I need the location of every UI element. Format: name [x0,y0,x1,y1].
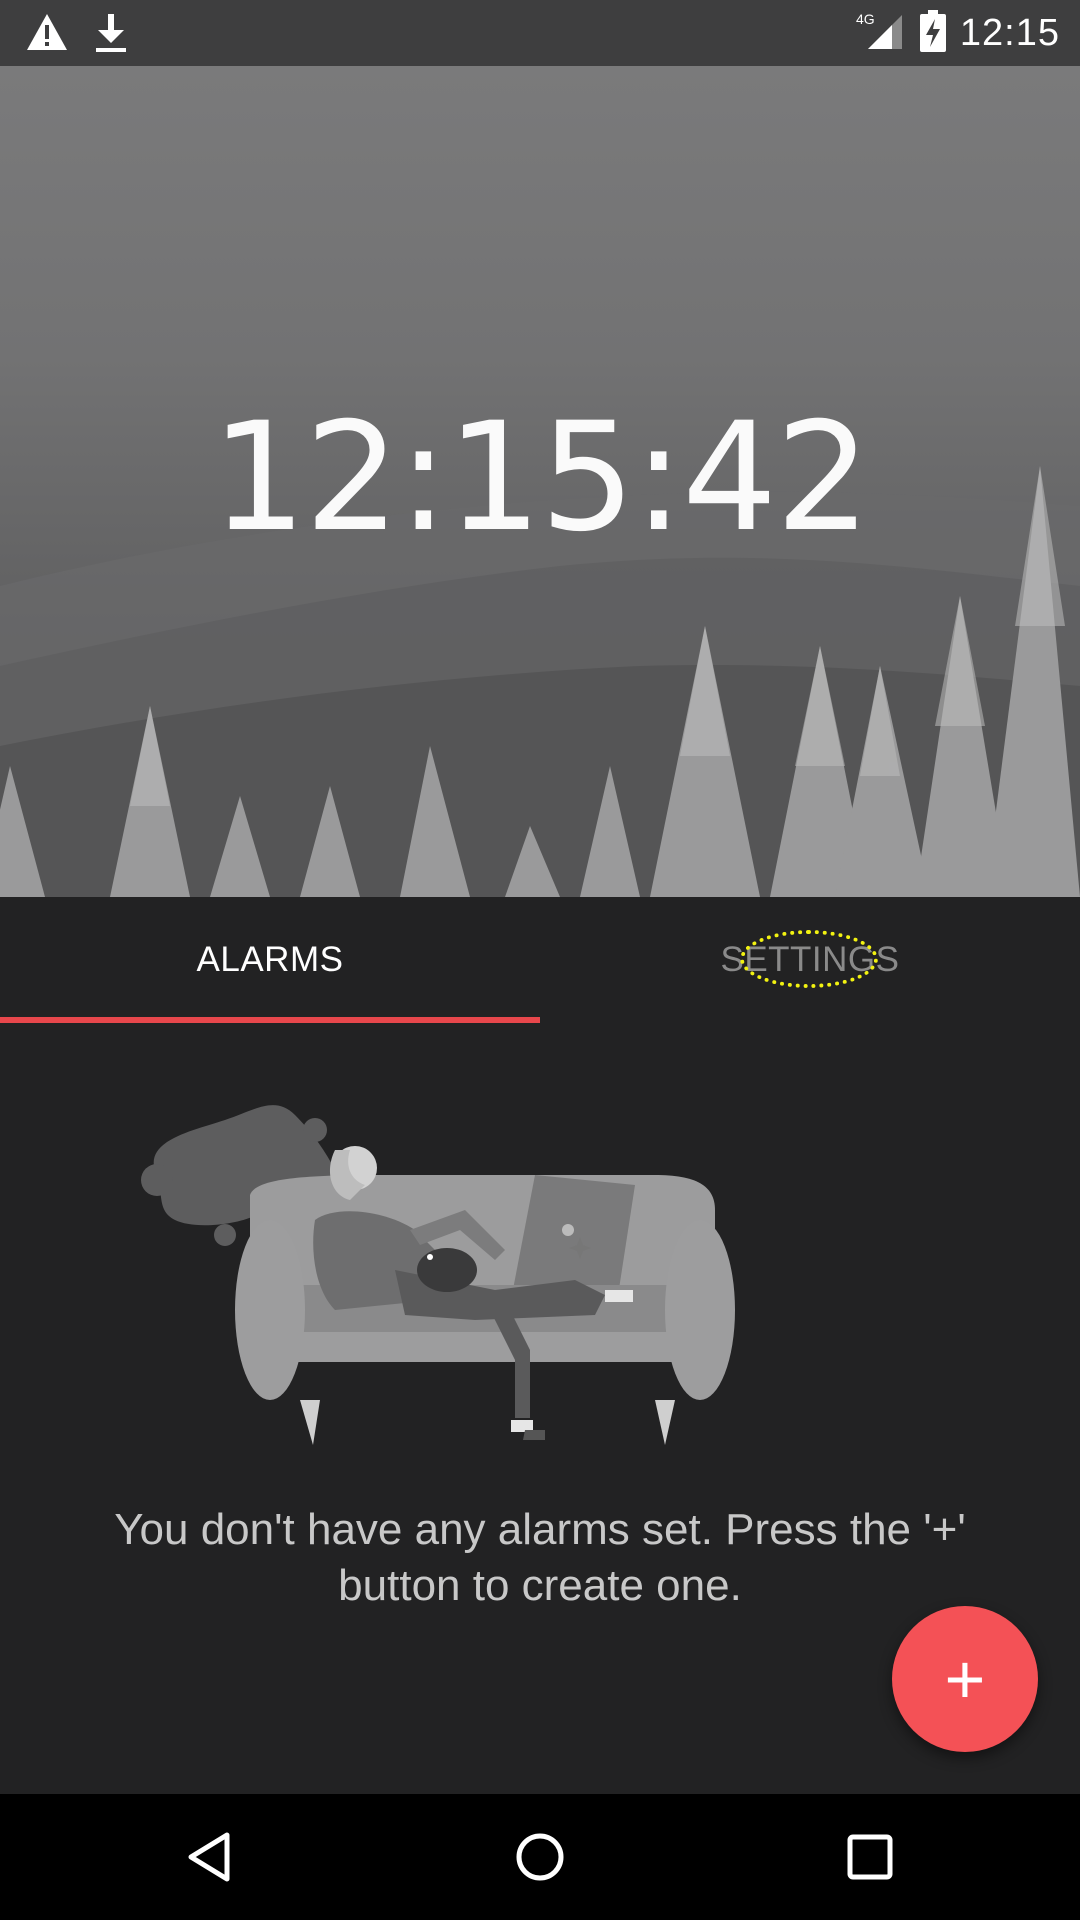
back-icon [188,1832,230,1882]
recents-button[interactable] [780,1794,960,1920]
tab-bar: ALARMS SETTINGS [0,897,1080,1023]
digital-clock: 12:15:42 [211,391,871,565]
empty-state-illustration [141,1105,735,1445]
header-background: 12:15:42 [0,66,1080,897]
add-alarm-button[interactable]: + [892,1606,1038,1752]
warning-icon [26,12,68,59]
navigation-bar [0,1794,1080,1920]
status-time: 12:15 [959,11,1060,54]
status-bar: 4G 12:15 [0,0,1080,66]
download-icon [94,12,128,59]
tab-indicator [0,1017,540,1023]
network-type: 4G [856,11,875,27]
back-button[interactable] [120,1794,300,1920]
home-button[interactable] [450,1794,630,1920]
recents-icon [847,1834,893,1880]
plus-icon: + [944,1640,986,1718]
focus-highlight [740,930,878,988]
tab-alarms[interactable]: ALARMS [0,897,540,1023]
battery-charging-icon [919,9,946,57]
home-icon [516,1833,564,1881]
signal-icon: 4G [856,11,906,56]
empty-state-message: You don't have any alarms set. Press the… [114,1505,966,1610]
